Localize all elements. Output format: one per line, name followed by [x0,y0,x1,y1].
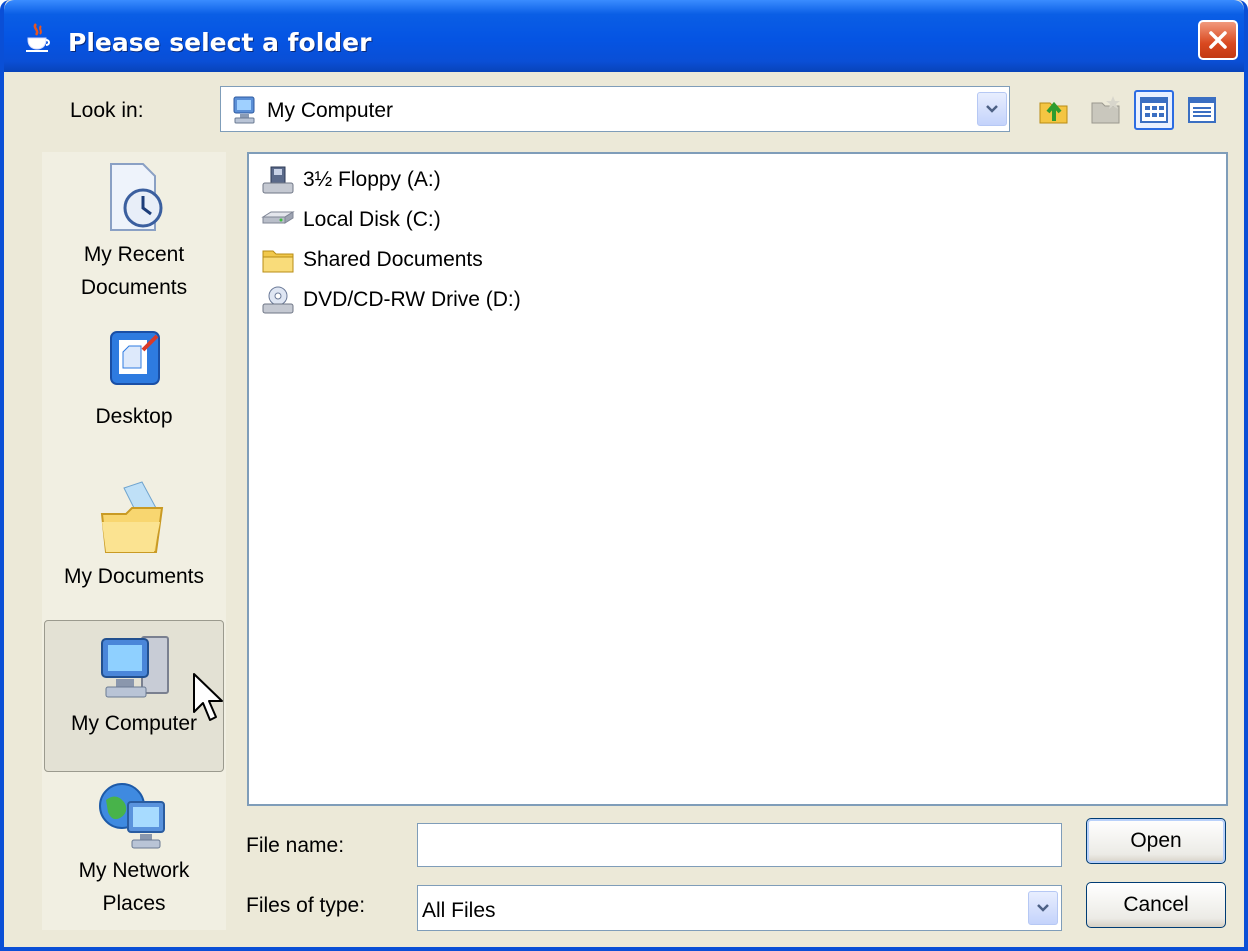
place-my-computer[interactable]: My Computer [44,620,224,772]
cancel-button[interactable]: Cancel [1086,882,1226,928]
list-view-button[interactable] [1134,90,1174,130]
place-label: Documents [80,276,188,299]
close-button[interactable] [1198,20,1238,60]
floppy-drive-icon [262,166,294,194]
place-label: Places [102,892,166,915]
chevron-down-icon [1037,904,1049,912]
file-list[interactable]: 3½ Floppy (A:) Local Disk (C:) Shared Do… [247,152,1228,806]
dialog-title: Please select a folder [68,28,372,57]
files-of-type-label: Files of type: [246,894,366,917]
details-view-button[interactable] [1182,90,1222,130]
close-icon [1209,31,1227,49]
file-name: Local Disk (C:) [303,208,441,231]
details-view-icon [1188,97,1216,123]
desktop-icon [110,331,160,385]
my-computer-icon [101,636,169,698]
look-in-dropdown-button[interactable] [977,92,1007,126]
folder-icon [262,250,294,273]
files-of-type-combo[interactable]: All Files [417,885,1062,931]
cd-drive-icon [262,286,294,314]
place-desktop[interactable]: Desktop [44,324,224,440]
files-of-type-value: All Files [422,899,496,922]
my-documents-icon [100,481,164,553]
list-item[interactable]: Local Disk (C:) [261,202,441,238]
place-my-recent-documents[interactable]: My Recent Documents [44,158,224,308]
place-my-network-places[interactable]: My Network Places [44,778,224,928]
title-bar[interactable]: Please select a folder [4,0,1244,72]
files-of-type-dropdown-button[interactable] [1028,891,1058,925]
place-label: My Documents [63,565,205,588]
network-places-icon [99,783,165,849]
list-item[interactable]: 3½ Floppy (A:) [261,162,441,198]
recent-documents-icon [110,163,163,231]
up-folder-button[interactable] [1034,90,1074,130]
new-folder-button[interactable] [1086,90,1126,130]
hard-disk-icon [261,211,295,224]
place-my-documents[interactable]: My Documents [44,478,224,598]
file-name: DVD/CD-RW Drive (D:) [303,288,521,311]
look-in-label: Look in: [70,99,144,122]
list-item[interactable]: DVD/CD-RW Drive (D:) [261,282,521,318]
new-folder-icon [1091,96,1120,124]
file-name: Shared Documents [303,248,483,271]
file-chooser-dialog: Please select a folder Look in: My Compu… [0,0,1248,951]
file-name-input[interactable] [417,823,1062,867]
place-label: Desktop [95,405,173,428]
chevron-down-icon [986,105,998,113]
file-name-label: File name: [246,834,345,857]
look-in-value: My Computer [267,99,394,122]
place-label: My Computer [70,712,198,735]
place-label: My Recent [83,243,185,266]
places-bar: My Recent Documents Desktop My Documents [42,152,226,930]
up-folder-icon [1039,101,1068,124]
list-item[interactable]: Shared Documents [261,242,483,278]
file-name: 3½ Floppy (A:) [303,168,441,191]
look-in-combo[interactable]: My Computer [220,86,1010,132]
java-cup-icon [26,23,50,52]
open-button[interactable]: Open [1086,818,1226,864]
list-view-icon [1140,97,1168,123]
place-label: My Network [78,859,190,882]
my-computer-icon [233,96,255,124]
